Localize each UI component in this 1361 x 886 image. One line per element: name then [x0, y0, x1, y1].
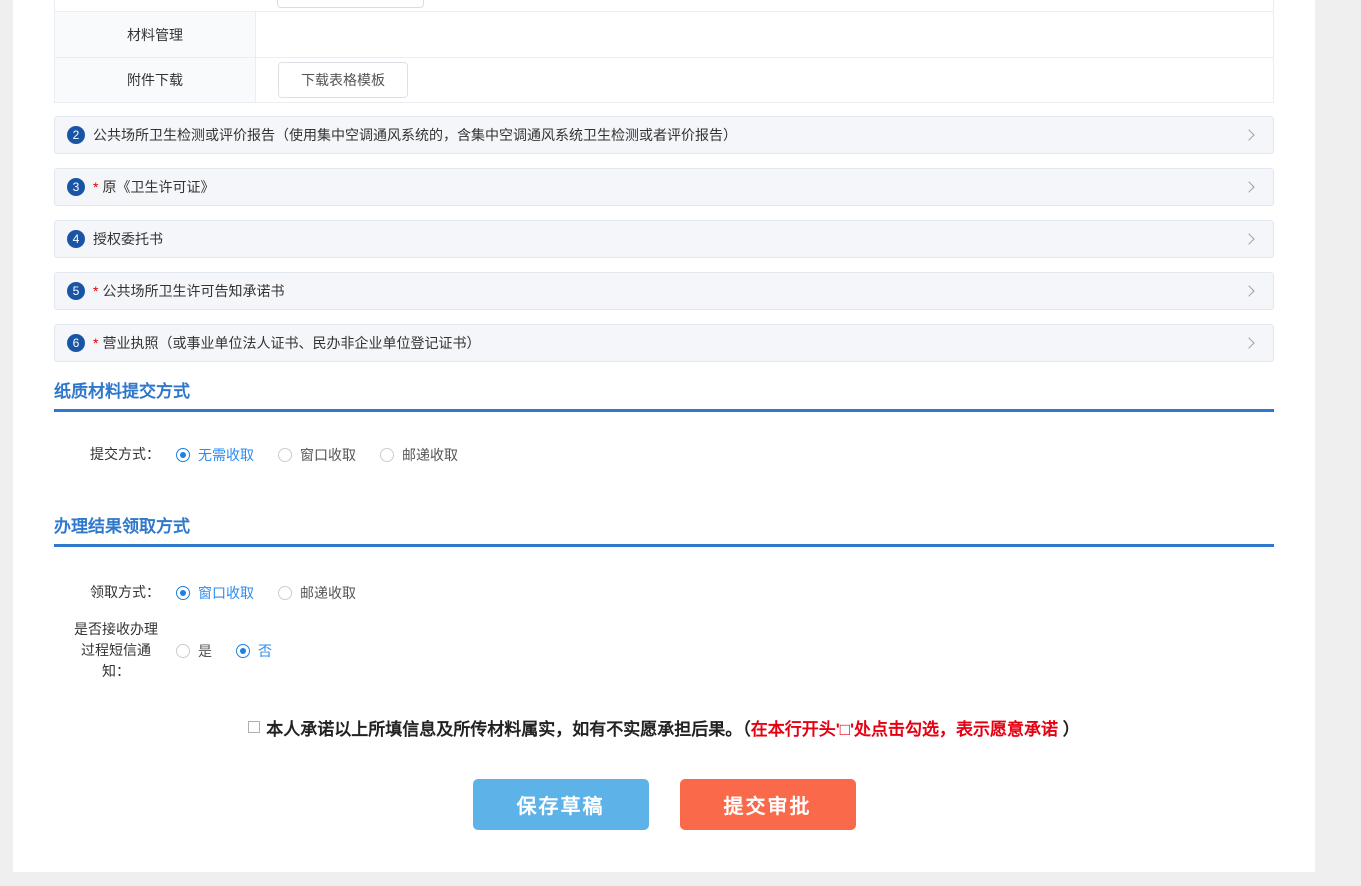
- chevron-right-icon: [1243, 233, 1254, 244]
- item-number-badge: 3: [67, 178, 85, 196]
- sms-notify-label: 是否接收办理过程短信通知：: [72, 619, 160, 682]
- attachment-item-4[interactable]: 4 * 授权委托书: [54, 220, 1274, 258]
- attachment-item-2[interactable]: 2 * 公共场所卫生检测或评价报告（使用集中空调通风系统的，含集中空调通风系统卫…: [54, 116, 1274, 154]
- radio-option-label: 邮递收取: [402, 445, 458, 465]
- item-number-badge: 2: [67, 126, 85, 144]
- radio-option-label: 是: [198, 641, 212, 661]
- radio-icon[interactable]: [176, 448, 190, 462]
- radio-option-mail-pickup[interactable]: 邮递收取: [278, 583, 356, 603]
- save-draft-button[interactable]: 保存草稿: [473, 779, 649, 830]
- item-number-badge: 4: [67, 230, 85, 248]
- radio-option-no[interactable]: 否: [236, 641, 272, 661]
- radio-option-mail-collection[interactable]: 邮递收取: [380, 445, 458, 465]
- commitment-text-end: ）: [1058, 720, 1080, 739]
- section-title-result-pickup: 办理结果领取方式: [54, 512, 1274, 547]
- attachment-item-label: 授权委托书: [93, 229, 163, 249]
- chevron-right-icon: [1243, 337, 1254, 348]
- download-template-button[interactable]: 下载表格模板: [278, 62, 408, 98]
- table-row-attachment-download: 附件下载 下载表格模板: [55, 57, 1273, 102]
- sms-notify-row: 是否接收办理过程短信通知： 是 否: [54, 619, 1274, 682]
- radio-icon[interactable]: [176, 586, 190, 600]
- footer-support-text: 技术支持电话：0531-88311588、88311588: [0, 872, 1361, 886]
- row-label: 附件下载: [55, 58, 256, 102]
- attachment-item-label: 营业执照（或事业单位法人证书、民办非企业单位登记证书）: [102, 333, 480, 353]
- attachment-item-3[interactable]: 3 * 原《卫生许可证》: [54, 168, 1274, 206]
- row-value: [256, 12, 1273, 57]
- required-asterisk: *: [93, 335, 98, 351]
- attachment-item-label: 公共场所卫生检测或评价报告（使用集中空调通风系统的，含集中空调通风系统卫生检测或…: [93, 125, 737, 145]
- item-number-badge: 6: [67, 334, 85, 352]
- submit-method-label: 提交方式：: [72, 444, 160, 465]
- table-row-partial: [55, 0, 1273, 11]
- radio-option-window-collection[interactable]: 窗口收取: [278, 445, 356, 465]
- item-number-badge: 5: [67, 282, 85, 300]
- pickup-method-label: 领取方式：: [72, 582, 160, 603]
- required-asterisk: *: [93, 283, 98, 299]
- radio-option-label: 无需收取: [198, 445, 254, 465]
- radio-option-window-pickup[interactable]: 窗口收取: [176, 583, 254, 603]
- radio-option-label: 否: [258, 641, 272, 661]
- attachment-item-label: 原《卫生许可证》: [102, 177, 214, 197]
- row-label: 材料管理: [55, 12, 256, 57]
- form-card: 材料管理 附件下载 下载表格模板 2 * 公共场所卫生检测或评价报告（使用集中空…: [13, 0, 1315, 872]
- submit-approval-button[interactable]: 提交审批: [680, 779, 856, 830]
- commitment-checkbox[interactable]: [248, 721, 260, 733]
- material-table: 材料管理 附件下载 下载表格模板: [54, 0, 1274, 103]
- commitment-text: 本人承诺以上所填信息及所传材料属实，如有不实愿承担后果。（: [266, 720, 751, 739]
- attachment-item-6[interactable]: 6 * 营业执照（或事业单位法人证书、民办非企业单位登记证书）: [54, 324, 1274, 362]
- table-row-material-manage: 材料管理: [55, 11, 1273, 57]
- commitment-text-highlight: 在本行开头'□'处点击勾选，表示愿意承诺: [751, 720, 1058, 739]
- radio-option-label: 邮递收取: [300, 583, 356, 603]
- commitment-statement: 本人承诺以上所填信息及所传材料属实，如有不实愿承担后果。（在本行开头'□'处点击…: [54, 715, 1274, 740]
- required-asterisk: *: [93, 179, 98, 195]
- radio-icon[interactable]: [278, 448, 292, 462]
- chevron-right-icon: [1243, 181, 1254, 192]
- attachment-list: 2 * 公共场所卫生检测或评价报告（使用集中空调通风系统的，含集中空调通风系统卫…: [54, 116, 1274, 362]
- radio-icon[interactable]: [176, 644, 190, 658]
- row-value: 下载表格模板: [256, 58, 1273, 102]
- radio-option-yes[interactable]: 是: [176, 641, 212, 661]
- radio-option-label: 窗口收取: [198, 583, 254, 603]
- clipped-input-field[interactable]: [277, 0, 424, 8]
- attachment-item-label: 公共场所卫生许可告知承诺书: [102, 281, 284, 301]
- section-title-paper-material: 纸质材料提交方式: [54, 377, 1274, 412]
- radio-option-label: 窗口收取: [300, 445, 356, 465]
- radio-icon[interactable]: [380, 448, 394, 462]
- radio-icon[interactable]: [236, 644, 250, 658]
- attachment-item-5[interactable]: 5 * 公共场所卫生许可告知承诺书: [54, 272, 1274, 310]
- submit-method-row: 提交方式： 无需收取 窗口收取 邮递收取: [54, 444, 1274, 465]
- chevron-right-icon: [1243, 285, 1254, 296]
- pickup-method-row: 领取方式： 窗口收取 邮递收取: [54, 582, 1274, 603]
- action-buttons: 保存草稿 提交审批: [54, 779, 1274, 830]
- chevron-right-icon: [1243, 129, 1254, 140]
- radio-icon[interactable]: [278, 586, 292, 600]
- radio-option-no-collection[interactable]: 无需收取: [176, 445, 254, 465]
